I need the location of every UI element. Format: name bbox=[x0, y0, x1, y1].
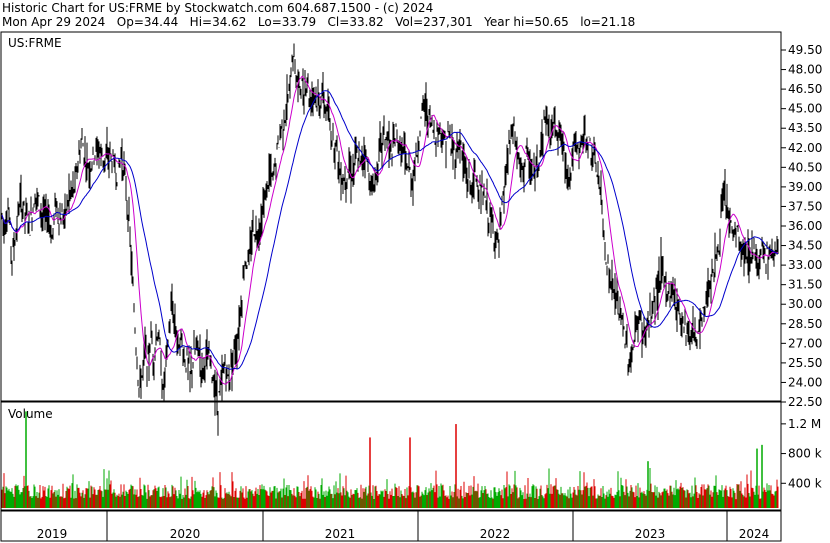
volume-y-axis: 1.2 M 800 k 400 k bbox=[781, 417, 822, 490]
volume-tick-label: 1.2 M bbox=[788, 417, 821, 431]
price-tick-label: 34.50 bbox=[788, 239, 822, 253]
price-tick-label: 25.50 bbox=[788, 356, 822, 370]
price-tick-label: 22.50 bbox=[788, 395, 822, 409]
price-tick-label: 42.00 bbox=[788, 141, 822, 155]
price-tick-label: 43.50 bbox=[788, 121, 822, 135]
price-tick-label: 48.00 bbox=[788, 63, 822, 77]
price-panel bbox=[0, 31, 782, 402]
price-tick-label: 30.00 bbox=[788, 297, 822, 311]
price-tick-label: 49.50 bbox=[788, 43, 822, 57]
price-tick-label: 28.50 bbox=[788, 317, 822, 331]
volume-tick-label: 800 k bbox=[788, 447, 822, 461]
price-tick-label: 36.00 bbox=[788, 219, 822, 233]
price-y-axis: 49.50 48.00 46.50 45.00 43.50 42.00 40.50 39.00… bbox=[781, 43, 822, 409]
price-tick-label: 39.00 bbox=[788, 180, 822, 194]
symbol-label: US:FRME bbox=[8, 36, 62, 50]
year-label: 2019 bbox=[37, 527, 68, 541]
price-tick-label: 31.50 bbox=[788, 278, 822, 292]
year-label: 2021 bbox=[325, 527, 356, 541]
year-label: 2023 bbox=[635, 527, 666, 541]
volume-label: Volume bbox=[8, 407, 53, 421]
price-tick-label: 33.00 bbox=[788, 258, 822, 272]
price-tick-label: 40.50 bbox=[788, 160, 822, 174]
year-label: 2022 bbox=[480, 527, 511, 541]
year-label: 2024 bbox=[739, 527, 770, 541]
price-tick-label: 45.00 bbox=[788, 102, 822, 116]
price-tick-label: 37.50 bbox=[788, 199, 822, 213]
price-tick-label: 46.50 bbox=[788, 82, 822, 96]
year-label: 2020 bbox=[170, 527, 201, 541]
price-tick-label: 27.00 bbox=[788, 336, 822, 350]
stock-chart: US:FRME Volume 49.50 48.00 46.50 45.00 43.50… bbox=[0, 31, 822, 542]
price-tick-label: 24.00 bbox=[788, 375, 822, 389]
volume-tick-label: 400 k bbox=[788, 476, 822, 490]
